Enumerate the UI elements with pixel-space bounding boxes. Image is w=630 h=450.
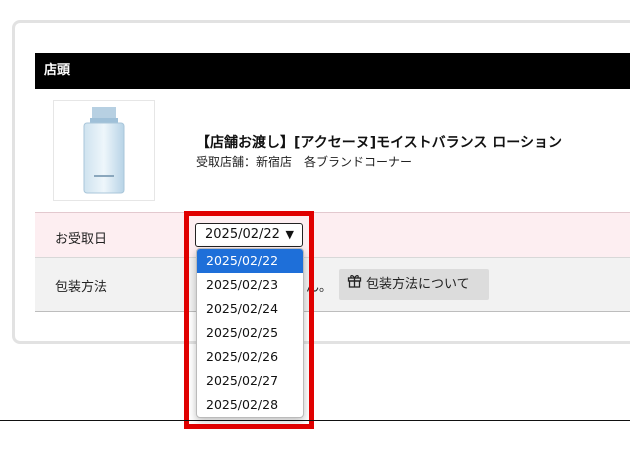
- pickup-date-row: お受取日: [35, 212, 630, 258]
- highlight-annotation: [184, 211, 314, 429]
- wrapping-info-button[interactable]: 包装方法について: [339, 269, 489, 300]
- lotion-bottle-image: [83, 107, 125, 194]
- page-divider: [0, 420, 630, 421]
- gift-icon: [347, 269, 362, 300]
- section-header: 店頭: [35, 53, 630, 89]
- product-name[interactable]: 【店舗お渡し】[アクセーヌ]モイストバランス ローション: [196, 132, 562, 152]
- wrapping-info-button-label: 包装方法について: [366, 277, 470, 292]
- wrapping-row: 包装方法: [35, 258, 630, 312]
- store-info: 受取店舗：新宿店 各ブランドコーナー: [196, 155, 413, 169]
- product-image: [53, 100, 155, 201]
- wrapping-label: 包装方法: [55, 280, 108, 295]
- pickup-date-label: お受取日: [55, 232, 108, 247]
